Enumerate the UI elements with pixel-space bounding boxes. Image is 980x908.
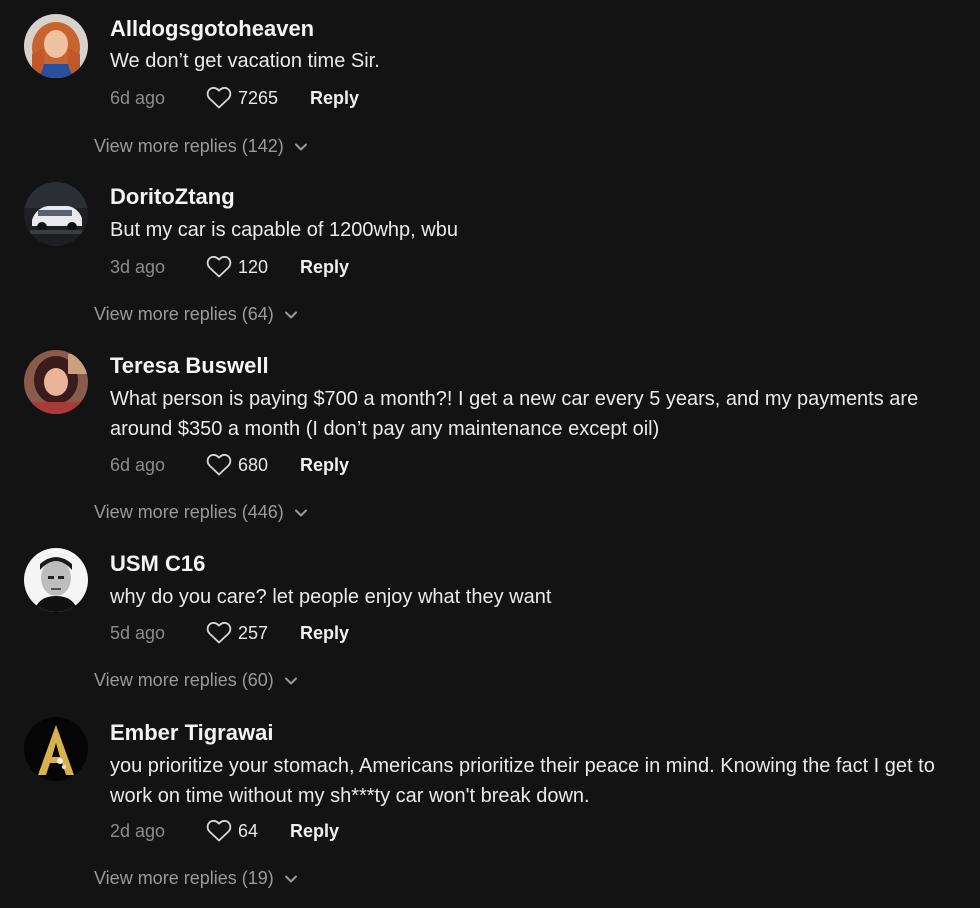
heart-outline-icon xyxy=(206,820,232,842)
reply-button[interactable]: Reply xyxy=(310,88,359,109)
heart-outline-icon xyxy=(206,454,232,476)
comment-text: you prioritize your stomach, Americans p… xyxy=(110,755,935,807)
comment-text: But my car is capable of 1200whp, wbu xyxy=(110,219,458,241)
chevron-down-icon xyxy=(284,677,297,684)
reply-button[interactable]: Reply xyxy=(300,455,349,476)
view-more-replies-label: View more replies (446) xyxy=(94,502,284,522)
avatar[interactable] xyxy=(24,14,88,78)
comment-text: We don’t get vacation time Sir. xyxy=(110,50,380,72)
like-count: 257 xyxy=(238,622,269,643)
view-more-replies-button[interactable]: View more replies (64) xyxy=(94,304,298,325)
chevron-down-icon xyxy=(294,143,307,150)
like-count: 120 xyxy=(238,256,269,277)
view-more-replies-button[interactable]: View more replies (142) xyxy=(94,136,308,157)
timestamp: 3d ago xyxy=(110,256,166,277)
comment-text: What person is paying $700 a month?! I g… xyxy=(110,388,919,440)
comment-text: why do you care? let people enjoy what t… xyxy=(110,586,552,608)
username[interactable]: DoritoZtang xyxy=(110,184,235,210)
comment-meta: 3d ago 120 Reply xyxy=(110,253,349,281)
comment-meta: 2d ago 64 Reply xyxy=(110,817,339,845)
view-more-replies-button[interactable]: View more replies (446) xyxy=(94,502,308,523)
view-more-replies-label: View more replies (64) xyxy=(94,304,274,324)
view-more-replies-button[interactable]: View more replies (19) xyxy=(94,868,298,889)
avatar-image xyxy=(24,182,88,246)
reply-button[interactable]: Reply xyxy=(300,623,349,644)
like-button[interactable]: 257 xyxy=(206,621,300,645)
avatar[interactable] xyxy=(24,350,88,414)
view-more-replies-label: View more replies (142) xyxy=(94,136,284,156)
like-button[interactable]: 7265 xyxy=(206,86,310,110)
view-more-replies-label: View more replies (19) xyxy=(94,868,274,888)
heart-outline-icon xyxy=(206,622,232,644)
timestamp: 6d ago xyxy=(110,454,166,475)
username[interactable]: Alldogsgotoheaven xyxy=(110,16,314,42)
timestamp: 5d ago xyxy=(110,622,166,643)
username[interactable]: Teresa Buswell xyxy=(110,353,269,379)
comment-meta: 5d ago 257 Reply xyxy=(110,619,349,647)
reply-button[interactable]: Reply xyxy=(300,257,349,278)
like-count: 64 xyxy=(238,820,259,841)
avatar-image xyxy=(24,717,88,781)
view-more-replies-button[interactable]: View more replies (60) xyxy=(94,670,298,691)
heart-outline-icon xyxy=(206,256,232,278)
chevron-down-icon xyxy=(284,311,297,318)
avatar[interactable] xyxy=(24,717,88,781)
timestamp: 2d ago xyxy=(110,820,166,841)
timestamp: 6d ago xyxy=(110,87,166,108)
chevron-down-icon xyxy=(284,875,297,882)
avatar-image xyxy=(24,350,88,414)
heart-outline-icon xyxy=(206,87,232,109)
username[interactable]: Ember Tigrawai xyxy=(110,720,273,746)
like-count: 7265 xyxy=(238,87,279,108)
username[interactable]: USM C16 xyxy=(110,551,205,577)
avatar-image xyxy=(24,14,88,78)
like-button[interactable]: 64 xyxy=(206,819,290,843)
view-more-replies-label: View more replies (60) xyxy=(94,670,274,690)
like-button[interactable]: 680 xyxy=(206,453,300,477)
avatar[interactable] xyxy=(24,182,88,246)
reply-button[interactable]: Reply xyxy=(290,821,339,842)
like-button[interactable]: 120 xyxy=(206,255,300,279)
like-count: 680 xyxy=(238,454,269,475)
avatar[interactable] xyxy=(24,548,88,612)
avatar-image xyxy=(24,548,88,612)
chevron-down-icon xyxy=(294,509,307,516)
comment-meta: 6d ago 7265 Reply xyxy=(110,84,359,112)
comment-meta: 6d ago 680 Reply xyxy=(110,451,349,479)
